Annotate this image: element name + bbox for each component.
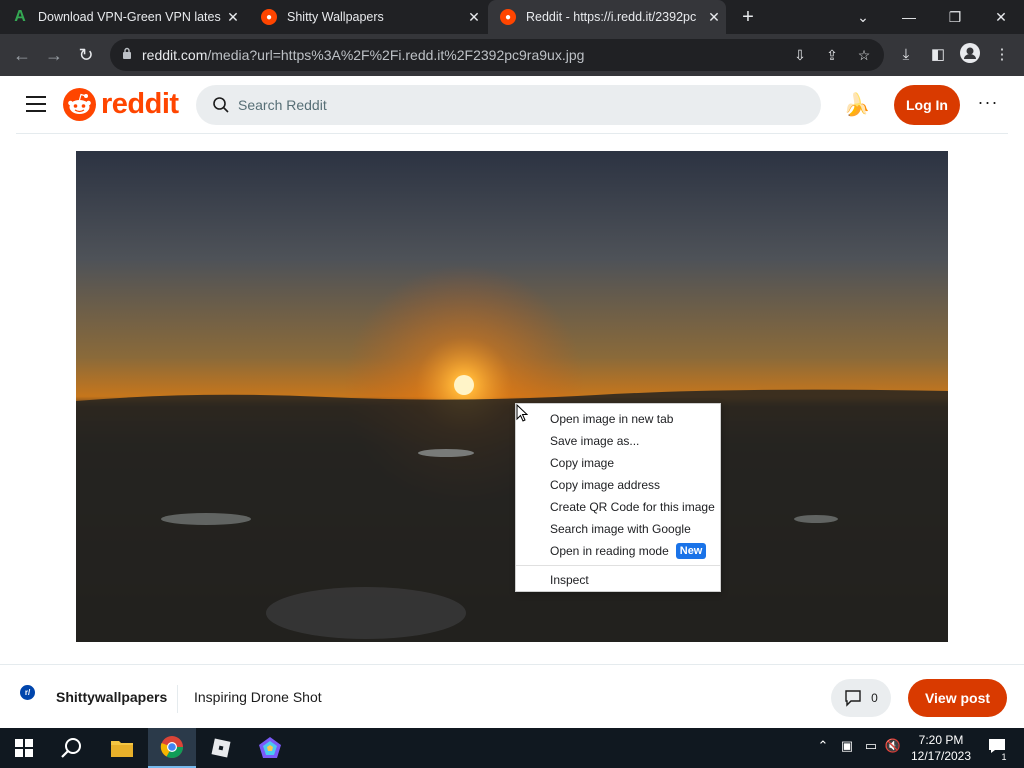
display-icon[interactable]: ▭ [862, 738, 880, 754]
subreddit-link[interactable]: Shittywallpapers [56, 689, 167, 705]
menu-item-label: Open in reading mode [550, 544, 669, 558]
menu-search-image-google[interactable]: Search image with Google [516, 518, 720, 540]
new-badge: New [675, 543, 707, 559]
url-host: reddit.com [142, 47, 208, 63]
system-clock[interactable]: 7:20 PM 12/17/2023 [904, 732, 978, 764]
chrome-taskbar-icon[interactable] [148, 728, 196, 768]
reddit-wordmark: reddit [101, 88, 179, 120]
menu-inspect[interactable]: Inspect [516, 569, 720, 591]
image-context-menu: Open image in new tab Save image as... C… [515, 403, 721, 592]
menu-create-qr-code[interactable]: Create QR Code for this image [516, 496, 720, 518]
reload-icon[interactable]: ↻ [74, 43, 98, 67]
forward-icon[interactable]: → [42, 43, 66, 67]
volume-muted-icon[interactable]: 🔇 [884, 738, 902, 754]
address-bar[interactable]: reddit.com/media?url=https%3A%2F%2Fi.red… [110, 39, 884, 71]
comment-icon [845, 690, 861, 707]
minimize-icon[interactable]: — [886, 0, 932, 34]
comment-count: 0 [871, 691, 878, 705]
share-icon[interactable]: ⇪ [822, 45, 842, 65]
taskbar-search-icon[interactable] [48, 728, 96, 768]
close-window-icon[interactable]: ✕ [978, 0, 1024, 34]
roblox-icon[interactable] [197, 728, 245, 768]
clock-date: 12/17/2023 [910, 749, 972, 763]
reddit-header: reddit 🍌 Log In ··· [0, 76, 1024, 134]
header-divider [16, 133, 1008, 134]
menu-save-image-as[interactable]: Save image as... [516, 430, 720, 452]
reddit-logo[interactable]: reddit [63, 88, 179, 121]
menu-separator [516, 565, 720, 566]
colorful-app-icon[interactable] [246, 728, 294, 768]
menu-copy-image-address[interactable]: Copy image address [516, 474, 720, 496]
new-tab-button[interactable]: + [736, 5, 760, 29]
tab-title: Shitty Wallpapers [287, 10, 384, 24]
show-hidden-icons-icon[interactable]: ⌃ [814, 738, 832, 754]
search-input[interactable] [238, 85, 798, 125]
snoo-icon [63, 88, 96, 121]
side-panel-icon[interactable]: ◧ [926, 43, 950, 67]
tab-close-icon[interactable]: ✕ [462, 9, 486, 26]
tab-close-icon[interactable]: ✕ [221, 9, 245, 26]
more-options-icon[interactable]: ··· [975, 92, 1001, 116]
hamburger-menu-icon[interactable] [26, 96, 46, 112]
search-icon [213, 97, 229, 113]
bookmark-star-icon[interactable]: ☆ [854, 45, 874, 65]
menu-open-image-new-tab[interactable]: Open image in new tab [516, 408, 720, 430]
url-path: /media?url=https%3A%2F%2Fi.redd.it%2F239… [207, 47, 585, 63]
login-button[interactable]: Log In [894, 85, 960, 125]
menu-copy-image[interactable]: Copy image [516, 452, 720, 474]
tab-vpn[interactable]: A Download VPN-Green VPN lates ✕ [0, 0, 245, 34]
notification-count: 1 [998, 751, 1010, 763]
tab-title: Download VPN-Green VPN lates [38, 10, 221, 24]
file-explorer-icon[interactable] [98, 728, 146, 768]
footer-divider [177, 685, 178, 713]
chrome-menu-icon[interactable]: ⋮ [990, 43, 1014, 67]
post-title[interactable]: Inspiring Drone Shot [194, 689, 322, 705]
tab-shitty-wallpapers[interactable]: ● Shitty Wallpapers ✕ [249, 0, 486, 34]
browser-tab-strip: A Download VPN-Green VPN lates ✕ ● Shitt… [0, 0, 1024, 34]
vpn-favicon-icon: A [14, 8, 26, 25]
tab-close-icon[interactable]: ✕ [702, 9, 726, 26]
profile-avatar-icon[interactable] [958, 43, 982, 67]
clock-time: 7:20 PM [918, 733, 964, 747]
windows-taskbar: ⌃ ▣ ▭ 🔇 7:20 PM 12/17/2023 1 [0, 728, 1024, 768]
tab-reddit-media[interactable]: ● Reddit - https://i.redd.it/2392pc ✕ [488, 0, 726, 34]
browser-toolbar: ← → ↻ reddit.com/media?url=https%3A%2F%2… [0, 34, 1024, 76]
post-footer: r/ Shittywallpapers Inspiring Drone Shot… [0, 664, 1024, 728]
menu-open-reading-mode[interactable]: Open in reading mode New [516, 540, 720, 562]
banana-icon[interactable]: 🍌 [843, 92, 870, 118]
reddit-favicon-icon: ● [261, 9, 277, 25]
comments-button[interactable]: 0 [831, 679, 891, 717]
install-app-icon[interactable]: ⇩ [790, 45, 810, 65]
lock-icon [123, 47, 131, 59]
search-bar[interactable] [196, 85, 821, 125]
restore-icon[interactable]: ❐ [932, 0, 978, 34]
downloads-icon[interactable]: ⤓ [894, 43, 918, 67]
tab-search-icon[interactable]: ⌄ [840, 0, 886, 34]
view-post-button[interactable]: View post [908, 679, 1007, 717]
sunset-photo [76, 151, 948, 642]
back-icon[interactable]: ← [10, 43, 34, 67]
reddit-favicon-icon: ● [500, 9, 516, 25]
network-icon[interactable]: ▣ [838, 738, 856, 754]
url-text: reddit.com/media?url=https%3A%2F%2Fi.red… [142, 47, 584, 63]
start-windows-icon[interactable] [0, 728, 48, 768]
post-image[interactable] [76, 151, 948, 642]
tab-title: Reddit - https://i.redd.it/2392pc [526, 10, 697, 24]
mouse-cursor-icon [516, 404, 528, 422]
subreddit-icon[interactable]: r/ [20, 685, 35, 700]
notifications-icon[interactable]: 1 [984, 738, 1010, 763]
